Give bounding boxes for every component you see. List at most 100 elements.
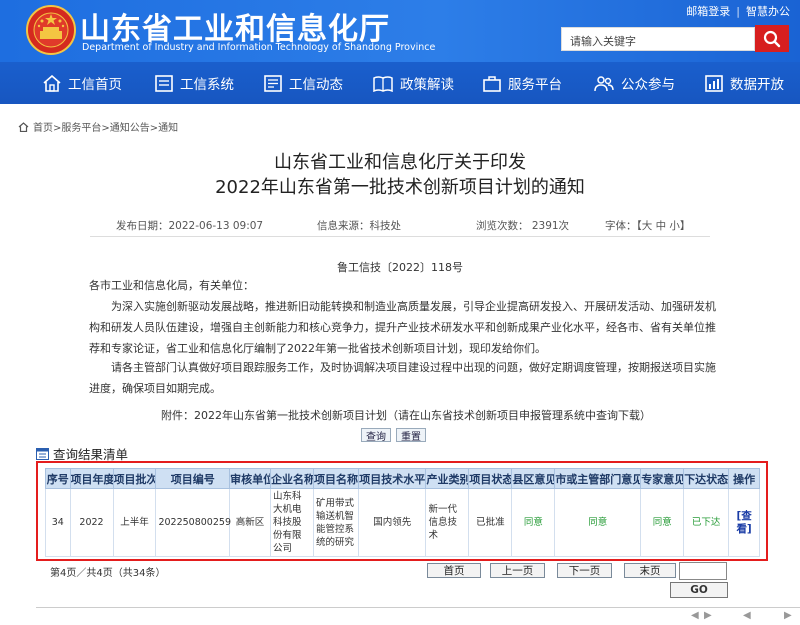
col-county: 县区意见 <box>511 468 556 489</box>
cell-status: 已批准 <box>468 488 513 557</box>
col-action: 操作 <box>728 468 760 489</box>
cell-batch: 上半年 <box>112 488 157 557</box>
attachment-link[interactable]: 附件：2022年山东省第一批技术创新项目计划（请在山东省技术创新项目申报管理系统… <box>89 405 723 426</box>
scroll-right-icon-2[interactable]: ◀ <box>743 610 751 621</box>
breadcrumb-path[interactable]: 首页>服务平台>通知公告>通知 <box>33 119 178 134</box>
cell-category: 新一代信息技术 <box>425 488 470 557</box>
table-header-row: 序号 项目年度 项目批次 项目编号 审核单位 企业名称 项目名称 项目技术水平 … <box>45 468 760 489</box>
horizontal-scrollbar[interactable]: ◀ ▶ ◀ ▶ <box>36 607 800 625</box>
font-size-control[interactable]: 字体：【大 中 小】 <box>605 218 690 233</box>
cell-action: [查看] <box>728 488 760 557</box>
view-count: 浏览次数： 2391次 <box>476 220 570 232</box>
nav-news-label: 工信动态 <box>289 77 343 93</box>
col-company: 企业名称 <box>270 468 314 489</box>
col-code: 项目编号 <box>155 468 231 489</box>
go-button[interactable]: GO <box>670 582 728 598</box>
cell-year: 2022 <box>69 488 114 557</box>
col-level: 项目技术水平 <box>357 468 427 489</box>
search-icon <box>763 30 781 47</box>
prev-page-button[interactable]: 上一页 <box>490 563 545 578</box>
breadcrumb: 首页>服务平台>通知公告>通知 <box>18 119 178 134</box>
nav-system[interactable]: 工信系统 <box>155 64 234 102</box>
breadcrumb-home-icon <box>18 121 29 132</box>
cell-project: 矿用带式输送机智能管控系统的研究 <box>312 488 359 557</box>
site-header: 山东省工业和信息化厅 Department of Industry and In… <box>0 0 800 104</box>
home-icon <box>43 74 61 92</box>
cell-code: 202250800259 <box>155 488 231 557</box>
news-icon <box>264 74 282 92</box>
publish-date: 发布日期：2022-06-13 09:07 <box>116 220 264 232</box>
nav-news[interactable]: 工信动态 <box>264 64 343 102</box>
cell-issued: 已下达 <box>683 488 730 557</box>
nav-data[interactable]: 数据开放 <box>705 64 784 102</box>
paragraph-1: 为深入实施创新驱动发展战略，推进新旧动能转换和制造业高质量发展，引导企业提高研发… <box>89 300 716 355</box>
nav-system-label: 工信系统 <box>180 77 234 93</box>
cell-expert: 同意 <box>640 488 685 557</box>
cell-unit: 高新区 <box>229 488 271 557</box>
article-title-line2: 2022年山东省第一批技术创新项目计划的通知 <box>215 177 585 198</box>
last-page-button[interactable]: 末页 <box>624 563 676 578</box>
first-page-button[interactable]: 首页 <box>427 563 481 578</box>
nav-service[interactable]: 服务平台 <box>483 64 562 102</box>
col-no: 序号 <box>45 468 71 489</box>
expert-opinion: 同意 <box>652 517 672 528</box>
nav-home-label: 工信首页 <box>68 77 122 93</box>
scroll-end-icon[interactable]: ▶ <box>784 610 792 621</box>
reset-button[interactable]: 重置 <box>396 428 426 443</box>
info-source: 信息来源：科技处 <box>317 220 401 232</box>
main-nav: 工信首页 工信系统 工信动态 政策解读 服务平台 公众参与 数据开放 <box>0 64 800 102</box>
nav-data-label: 数据开放 <box>730 77 784 93</box>
cell-level: 国内领先 <box>357 488 427 557</box>
meta-divider <box>90 236 710 237</box>
col-batch: 项目批次 <box>112 468 157 489</box>
city-opinion: 同意 <box>588 517 608 528</box>
search-button[interactable] <box>755 25 789 52</box>
issued-status: 已下达 <box>691 517 721 528</box>
data-icon <box>705 74 723 92</box>
nav-people-label: 公众参与 <box>621 77 675 93</box>
nav-policy-label: 政策解读 <box>400 77 454 93</box>
greeting: 各市工业和信息化局，有关单位： <box>89 279 254 292</box>
table-row: 34 2022 上半年 202250800259 高新区 山东科大机电科技股份有… <box>45 488 760 557</box>
query-button[interactable]: 查询 <box>361 428 391 443</box>
cell-company: 山东科大机电科技股份有限公司 <box>270 488 314 557</box>
col-expert: 专家意见 <box>640 468 685 489</box>
document-number: 鲁工信技〔2022〕118号 <box>337 261 463 274</box>
cell-city: 同意 <box>554 488 642 557</box>
col-category: 产业类别 <box>425 468 470 489</box>
policy-icon <box>373 75 393 92</box>
view-link[interactable]: [查看] <box>736 510 751 535</box>
next-page-button[interactable]: 下一页 <box>557 563 612 578</box>
col-year: 项目年度 <box>69 468 114 489</box>
page-number-input[interactable] <box>679 562 727 580</box>
nav-people[interactable]: 公众参与 <box>594 64 675 102</box>
nav-home[interactable]: 工信首页 <box>43 64 122 102</box>
site-subtitle: Department of Industry and Information T… <box>82 42 436 53</box>
county-opinion: 同意 <box>523 517 543 528</box>
col-status: 项目状态 <box>468 468 513 489</box>
national-emblem-icon <box>26 5 76 55</box>
system-icon <box>155 74 173 92</box>
page-info: 第4页／共4页（共34条） <box>50 568 166 579</box>
cell-county: 同意 <box>511 488 556 557</box>
cell-no: 34 <box>45 488 71 557</box>
col-issued: 下达状态 <box>683 468 730 489</box>
mail-login-link[interactable]: 邮箱登录 <box>686 5 730 18</box>
col-city: 市或主管部门意见 <box>554 468 642 489</box>
nav-policy[interactable]: 政策解读 <box>373 64 454 102</box>
results-table: 序号 项目年度 项目批次 项目编号 审核单位 企业名称 项目名称 项目技术水平 … <box>45 468 760 557</box>
article-title-line1: 山东省工业和信息化厅关于印发 <box>274 152 526 173</box>
search-input[interactable]: 请输入关键字 <box>561 27 755 51</box>
list-icon <box>36 447 49 460</box>
service-icon <box>483 75 501 92</box>
smart-office-link[interactable]: 智慧办公 <box>746 5 790 18</box>
top-links: 邮箱登录 | 智慧办公 <box>686 5 790 18</box>
nav-service-label: 服务平台 <box>508 77 562 93</box>
scroll-left-icon[interactable]: ◀ <box>691 610 699 621</box>
people-icon <box>594 75 614 91</box>
col-project: 项目名称 <box>312 468 359 489</box>
col-unit: 审核单位 <box>229 468 271 489</box>
paragraph-2: 请各主管部门认真做好项目跟踪服务工作，及时协调解决项目建设过程中出现的问题，做好… <box>89 361 716 395</box>
article-title: 山东省工业和信息化厅关于印发 2022年山东省第一批技术创新项目计划的通知 <box>0 150 800 200</box>
scroll-right-icon[interactable]: ▶ <box>704 610 712 621</box>
